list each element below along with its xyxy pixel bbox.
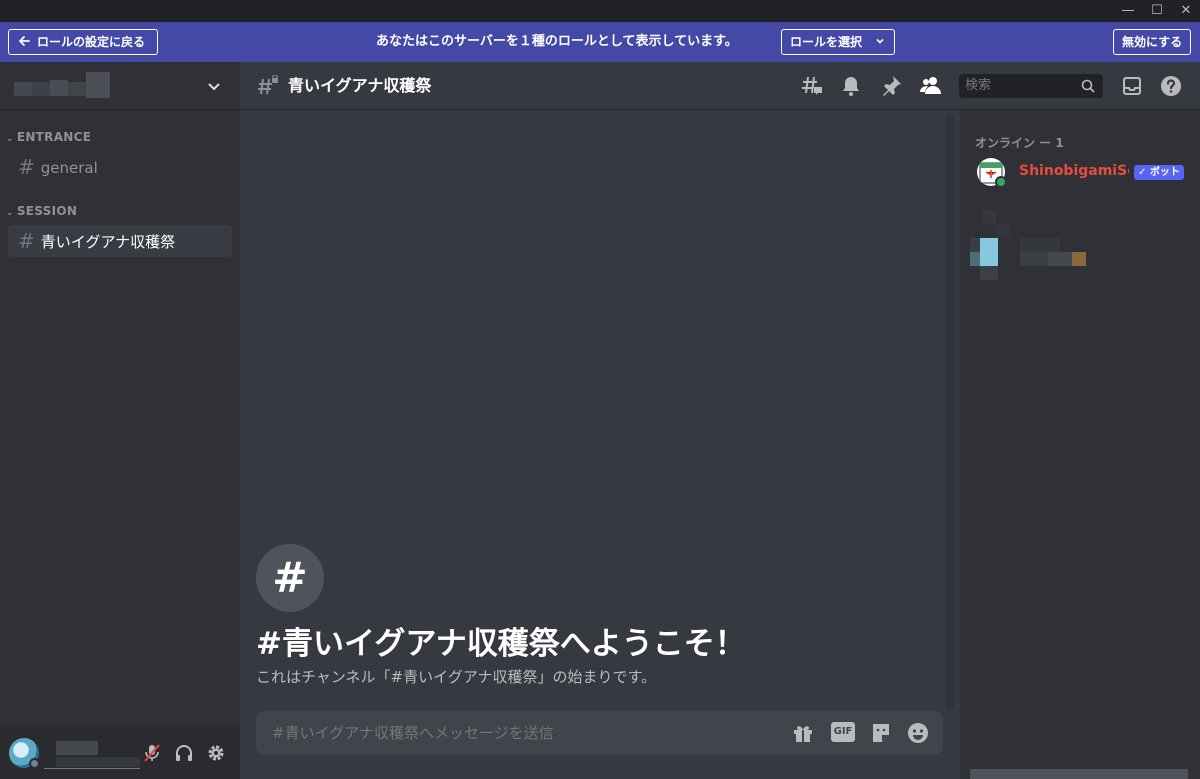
server-name-redacted [14, 72, 110, 98]
username-redacted [44, 739, 140, 769]
arrow-left-icon [19, 36, 30, 46]
member-name: ShinobigamiSc... [1019, 163, 1129, 179]
message-input[interactable] [272, 711, 772, 755]
category-session-label: SESSION [16, 204, 78, 218]
disable-preview-button[interactable]: 無効にする [1113, 29, 1191, 55]
channel-blue-iguana-festival[interactable]: # 青いイグアナ収穫祭 [8, 225, 232, 257]
online-section-title: オンライン ー 1 [975, 136, 1064, 150]
bot-tag: ✓ ボット [1134, 165, 1184, 180]
select-roles-button[interactable]: ロールを選択 [781, 29, 895, 55]
search-placeholder: 検索 [965, 78, 992, 93]
gear-icon[interactable] [206, 743, 226, 763]
role-preview-message: あなたはこのサーバーを１種のロールとして表示しています。 [376, 34, 738, 49]
member-item[interactable]: ShinobigamiSc... ✓ ボット [968, 154, 1192, 190]
maximize-button[interactable]: ☐ [1143, 0, 1171, 22]
pin-icon[interactable] [879, 74, 903, 98]
member-list-scrollbar[interactable] [970, 769, 1188, 779]
gift-icon[interactable] [791, 721, 815, 745]
members-icon[interactable] [919, 74, 943, 98]
back-to-role-settings-button[interactable]: ロールの設定に戻る [8, 29, 158, 55]
channel-blue-iguana-festival-label: 青いイグアナ収穫祭 [40, 233, 176, 251]
back-to-role-settings-label: ロールの設定に戻る [37, 35, 146, 49]
microphone-muted-icon[interactable] [142, 743, 162, 763]
locked-hashtag-icon [258, 75, 278, 95]
chat-header: 青いイグアナ収穫祭 検索 [240, 62, 1200, 110]
member-list: オンライン ー 1 ShinobigamiSc... ✓ ボット [960, 110, 1200, 779]
welcome-title: #青いイグアナ収穫祭へようこそ！ [256, 626, 746, 662]
chevron-down-icon [208, 83, 220, 91]
chat-area: # #青いイグアナ収穫祭へようこそ！ これはチャンネル「#青いイグアナ収穫祭」の… [240, 110, 960, 779]
category-entrance-label: ENTRANCE [16, 130, 92, 144]
search-icon [1081, 79, 1095, 93]
sticker-icon[interactable] [869, 721, 893, 745]
select-roles-label: ロールを選択 [790, 35, 863, 49]
search-input[interactable]: 検索 [959, 74, 1103, 98]
chevron-down-icon [876, 38, 884, 44]
bell-icon[interactable] [839, 74, 863, 98]
server-header[interactable] [0, 62, 240, 110]
gif-button[interactable]: GIF [831, 722, 855, 742]
hashtag-icon: # [18, 155, 35, 179]
locked-hashtag-icon: # [18, 229, 35, 253]
status-dot [29, 758, 40, 769]
message-composer: GIF [256, 711, 943, 755]
threads-icon[interactable] [800, 74, 824, 98]
online-status-dot [995, 176, 1007, 188]
category-entrance[interactable]: ⌄ ENTRANCE [6, 130, 91, 144]
redacted-member [970, 210, 1110, 280]
welcome-hashtag-icon: # [256, 544, 324, 612]
channel-title: 青いイグアナ収穫祭 [288, 76, 432, 95]
category-session[interactable]: ⌄ SESSION [6, 204, 77, 218]
minimize-button[interactable]: — [1114, 0, 1142, 22]
role-preview-banner: ロールの設定に戻る あなたはこのサーバーを１種のロールとして表示しています。 ロ… [0, 22, 1200, 62]
inbox-icon[interactable] [1120, 74, 1144, 98]
channel-sidebar: ⌄ ENTRANCE # general ⌄ SESSION # 青いイグアナ収穫祭 [0, 62, 240, 779]
window-titlebar: — ☐ ✕ [0, 0, 1200, 22]
headphones-icon[interactable] [174, 743, 194, 763]
channel-general[interactable]: # general [8, 151, 232, 183]
channel-general-label: general [40, 159, 98, 177]
welcome-subtitle: これはチャンネル「#青いイグアナ収穫祭」の始まりです。 [256, 668, 657, 686]
gif-label: GIF [833, 726, 853, 737]
user-panel [0, 727, 240, 779]
help-icon[interactable] [1159, 74, 1183, 98]
emoji-icon[interactable] [906, 721, 930, 745]
close-window-button[interactable]: ✕ [1172, 0, 1200, 22]
chat-scrollbar[interactable] [946, 114, 954, 710]
